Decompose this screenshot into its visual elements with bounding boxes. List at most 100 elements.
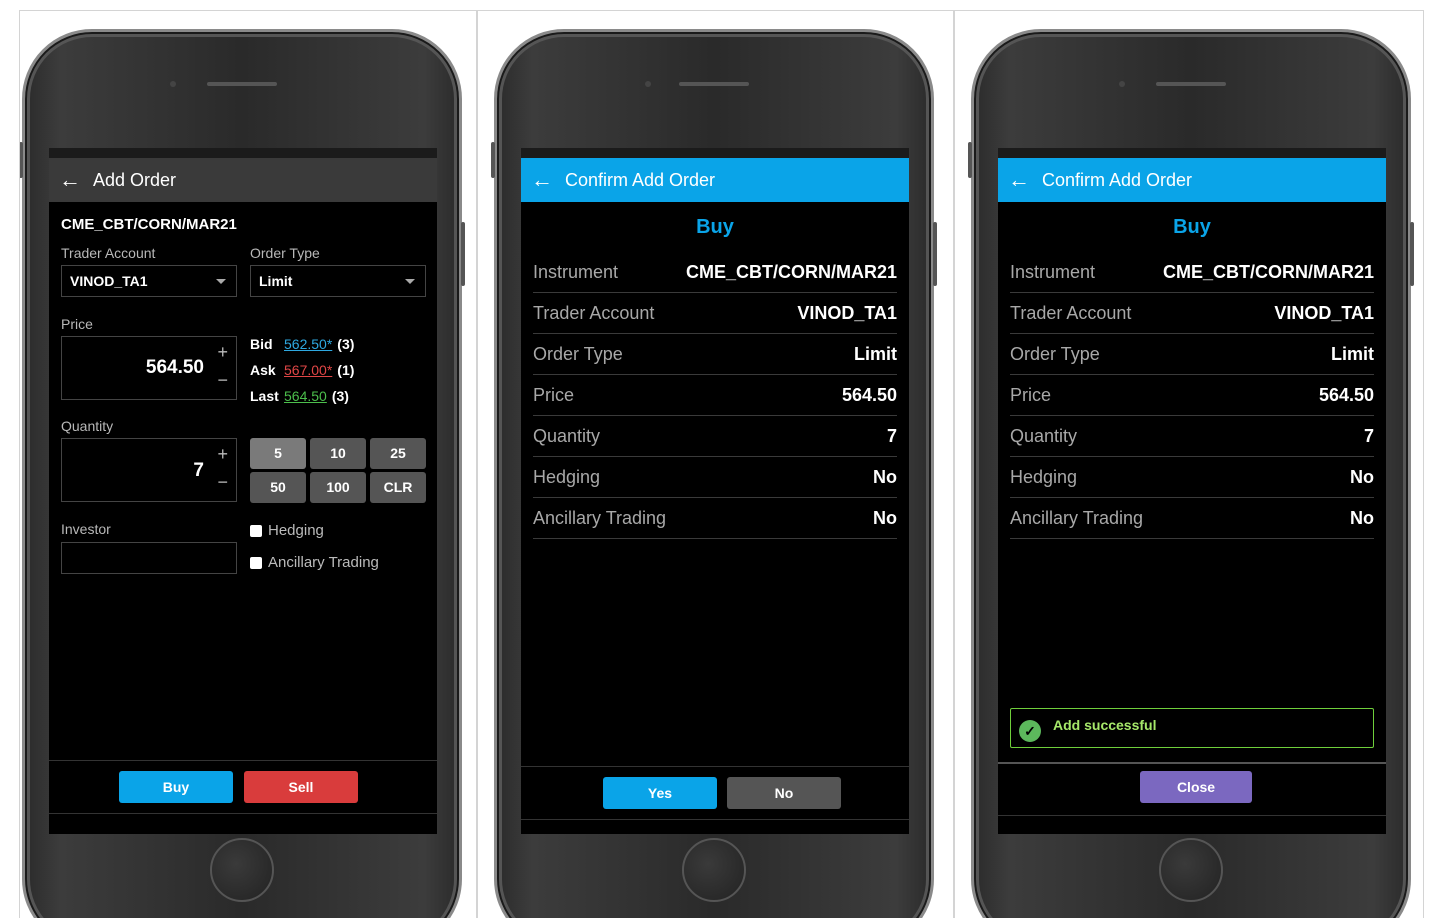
order-side: Buy [1173,216,1211,238]
quantity-label: Quantity [1010,425,1078,446]
order-type-select[interactable]: Limit [250,265,426,297]
hedging-label: Hedging [533,466,601,487]
hedging-value: No [1350,466,1374,487]
checkbox-icon[interactable] [250,556,262,569]
bid-row: Bid 562.50* (3) [250,336,354,352]
home-button[interactable] [682,838,746,902]
phone-frame: ← Confirm Add Order Buy Instrument CME_CB… [968,29,1414,918]
page-title: Add Order [93,169,177,190]
order-type-label: Order Type [250,245,320,261]
ancillary-trading-value: No [873,507,897,528]
home-button[interactable] [1159,838,1223,902]
qty-clear-button[interactable]: CLR [370,472,426,503]
sell-button[interactable]: Sell [244,771,358,803]
order-type-label: Order Type [533,343,623,364]
price-value: 564.50 [145,357,204,378]
header: ← Add Order [49,158,437,202]
side-button [1410,222,1414,286]
detail-row: Hedging No [533,457,897,498]
qty-25-button[interactable]: 25 [370,438,426,469]
bid-price[interactable]: 562.50* [284,336,332,352]
speaker [679,82,749,86]
detail-row: Price 564.50 [1010,375,1374,416]
price-stepper[interactable]: 564.50 + − [61,336,237,400]
detail-row: Hedging No [1010,457,1374,498]
price-label: Price [61,316,93,332]
hedging-label: Hedging [1010,466,1078,487]
camera-icon [645,81,651,87]
back-arrow-icon[interactable]: ← [531,169,553,191]
speaker [207,82,277,86]
quantity-stepper[interactable]: 7 + − [61,438,237,502]
panel-add-order: ← Add Order CME_CBT/CORN/MAR21 Trader Ac… [19,10,477,918]
qty-5-button[interactable]: 5 [250,438,306,469]
price-value: 564.50 [841,384,897,405]
bid-qty: (3) [337,336,355,352]
minus-icon[interactable]: − [217,371,228,389]
qty-50-button[interactable]: 50 [250,472,306,503]
yes-button[interactable]: Yes [603,777,717,809]
investor-input[interactable] [61,542,237,574]
qty-100-button[interactable]: 100 [310,472,366,503]
page-title: Confirm Add Order [1042,169,1193,190]
instrument-label: Instrument [533,261,619,282]
ancillary-trading-label: Ancillary Trading [268,554,379,571]
detail-row: Quantity 7 [1010,416,1374,457]
home-button[interactable] [210,838,274,902]
order-type-value: Limit [259,273,293,289]
detail-row: Ancillary Trading No [533,498,897,539]
speaker [1156,82,1226,86]
ancillary-trading-label: Ancillary Trading [1010,507,1144,528]
qty-10-button[interactable]: 10 [310,438,366,469]
ancillary-trading-checkbox[interactable]: Ancillary Trading [250,554,379,571]
detail-row: Quantity 7 [533,416,897,457]
ancillary-trading-label: Ancillary Trading [533,507,667,528]
screen: ← Add Order CME_CBT/CORN/MAR21 Trader Ac… [49,148,437,834]
phone-frame: ← Confirm Add Order Buy Instrument CME_CB… [491,29,937,918]
header: ← Confirm Add Order [521,158,909,202]
panel-confirm-order: ← Confirm Add Order Buy Instrument CME_CB… [477,10,954,918]
detail-row: Instrument CME_CBT/CORN/MAR21 [533,252,897,293]
checkbox-icon[interactable] [250,524,262,537]
last-price[interactable]: 564.50 [284,388,327,404]
hedging-value: No [873,466,897,487]
ask-price[interactable]: 567.00* [284,362,332,378]
detail-row: Trader Account VINOD_TA1 [1010,293,1374,334]
investor-label: Investor [61,521,111,537]
ask-label: Ask [250,362,276,378]
quantity-value: 7 [193,460,204,481]
plus-icon[interactable]: + [217,343,228,361]
success-toast: ✓ Add successful [1010,708,1374,748]
order-type-value: Limit [854,343,897,364]
ask-qty: (1) [337,362,355,378]
detail-row: Ancillary Trading No [1010,498,1374,539]
detail-row: Trader Account VINOD_TA1 [533,293,897,334]
last-qty: (3) [331,388,349,404]
phone-frame: ← Add Order CME_CBT/CORN/MAR21 Trader Ac… [20,29,465,918]
detail-row: Instrument CME_CBT/CORN/MAR21 [1010,252,1374,293]
trader-account-label: Trader Account [61,245,156,261]
price-value: 564.50 [1318,384,1374,405]
trader-account-select[interactable]: VINOD_TA1 [61,265,237,297]
instrument-value: CME_CBT/CORN/MAR21 [685,261,897,282]
trader-account-label: Trader Account [533,302,655,323]
detail-row: Price 564.50 [533,375,897,416]
plus-icon[interactable]: + [217,445,228,463]
screen: ← Confirm Add Order Buy Instrument CME_CB… [998,148,1386,834]
side-button [461,222,465,286]
quantity-label: Quantity [61,418,114,434]
buy-button[interactable]: Buy [119,771,233,803]
side-button [20,142,23,178]
camera-icon [1119,81,1125,87]
side-button [968,142,972,178]
back-arrow-icon[interactable]: ← [1008,169,1030,191]
trader-account-value: VINOD_TA1 [70,273,148,289]
no-button[interactable]: No [727,777,841,809]
hedging-checkbox[interactable]: Hedging [250,522,324,539]
minus-icon[interactable]: − [217,473,228,491]
close-button[interactable]: Close [1140,771,1252,803]
panel-order-success: ← Confirm Add Order Buy Instrument CME_CB… [954,10,1424,918]
ancillary-trading-value: No [1350,507,1374,528]
instrument-value: CME_CBT/CORN/MAR21 [1162,261,1374,282]
back-arrow-icon[interactable]: ← [59,169,81,191]
